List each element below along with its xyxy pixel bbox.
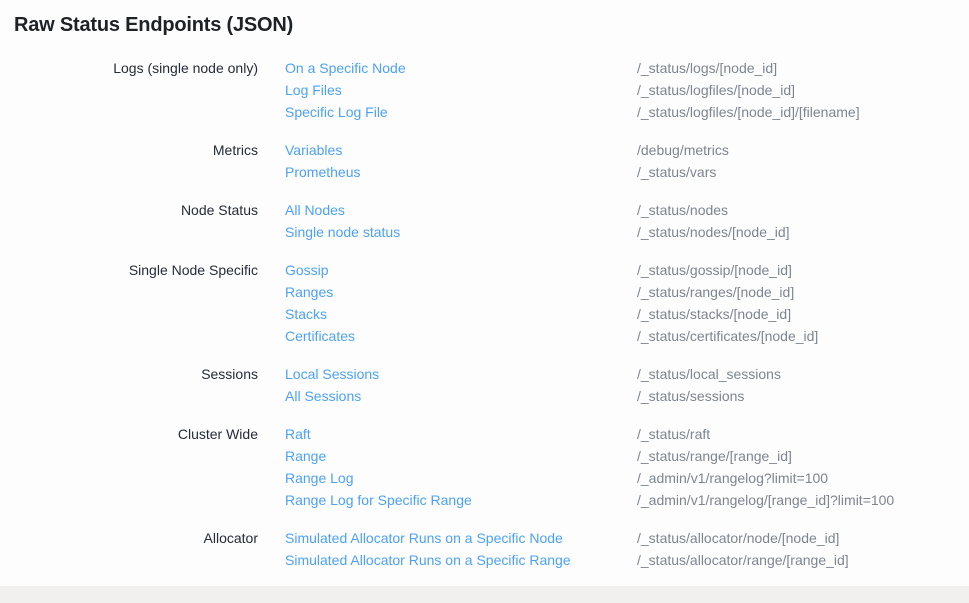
category-label: Node Status xyxy=(0,199,258,243)
endpoint-link[interactable]: Simulated Allocator Runs on a Specific N… xyxy=(285,527,610,549)
endpoint-path: /_status/sessions xyxy=(637,385,969,407)
endpoint-group: Metrics VariablesPrometheus /debug/metri… xyxy=(0,139,969,183)
endpoint-path: /_status/stacks/[node_id] xyxy=(637,303,969,325)
endpoint-link[interactable]: All Sessions xyxy=(285,385,610,407)
endpoint-path: /_status/gossip/[node_id] xyxy=(637,259,969,281)
paths-column: /_status/allocator/node/[node_id]/_statu… xyxy=(637,527,969,571)
endpoint-path: /_status/local_sessions xyxy=(637,363,969,385)
links-column: All NodesSingle node status xyxy=(285,199,610,243)
endpoint-link[interactable]: Stacks xyxy=(285,303,610,325)
endpoint-group: Cluster Wide RaftRangeRange LogRange Log… xyxy=(0,423,969,511)
links-column: Local SessionsAll Sessions xyxy=(285,363,610,407)
category-label: Sessions xyxy=(0,363,258,407)
endpoint-link[interactable]: Ranges xyxy=(285,281,610,303)
endpoint-path: /debug/metrics xyxy=(637,139,969,161)
endpoint-link[interactable]: All Nodes xyxy=(285,199,610,221)
endpoint-path: /_status/allocator/range/[range_id] xyxy=(637,549,969,571)
paths-column: /_status/logs/[node_id]/_status/logfiles… xyxy=(637,57,969,123)
endpoint-link[interactable]: Local Sessions xyxy=(285,363,610,385)
endpoint-link[interactable]: Log Files xyxy=(285,79,610,101)
debug-endpoints-page: Raw Status Endpoints (JSON) Logs (single… xyxy=(0,0,969,603)
endpoint-group: Sessions Local SessionsAll Sessions /_st… xyxy=(0,363,969,407)
endpoint-group: Node Status All NodesSingle node status … xyxy=(0,199,969,243)
category-label: Logs (single node only) xyxy=(0,57,258,123)
endpoint-link[interactable]: Prometheus xyxy=(285,161,610,183)
endpoint-group: Allocator Simulated Allocator Runs on a … xyxy=(0,527,969,571)
links-column: Simulated Allocator Runs on a Specific N… xyxy=(285,527,610,571)
endpoint-path: /_status/nodes/[node_id] xyxy=(637,221,969,243)
endpoint-link[interactable]: Simulated Allocator Runs on a Specific R… xyxy=(285,549,610,571)
endpoint-link[interactable]: On a Specific Node xyxy=(285,57,610,79)
category-label: Single Node Specific xyxy=(0,259,258,347)
paths-column: /_status/gossip/[node_id]/_status/ranges… xyxy=(637,259,969,347)
links-column: GossipRangesStacksCertificates xyxy=(285,259,610,347)
links-column: On a Specific NodeLog FilesSpecific Log … xyxy=(285,57,610,123)
endpoint-path: /_status/allocator/node/[node_id] xyxy=(637,527,969,549)
paths-column: /_status/local_sessions/_status/sessions xyxy=(637,363,969,407)
paths-column: /_status/nodes/_status/nodes/[node_id] xyxy=(637,199,969,243)
footer-strip xyxy=(0,586,969,603)
endpoint-path: /_status/raft xyxy=(637,423,969,445)
endpoint-link[interactable]: Variables xyxy=(285,139,610,161)
links-column: RaftRangeRange LogRange Log for Specific… xyxy=(285,423,610,511)
endpoint-path: /_status/logfiles/[node_id]/[filename] xyxy=(637,101,969,123)
endpoint-link[interactable]: Raft xyxy=(285,423,610,445)
endpoint-path: /_status/logfiles/[node_id] xyxy=(637,79,969,101)
endpoint-path: /_admin/v1/rangelog/[range_id]?limit=100 xyxy=(637,489,969,511)
endpoint-path: /_status/nodes xyxy=(637,199,969,221)
endpoint-link[interactable]: Range Log xyxy=(285,467,610,489)
paths-column: /debug/metrics/_status/vars xyxy=(637,139,969,183)
endpoint-group: Logs (single node only) On a Specific No… xyxy=(0,57,969,123)
endpoint-path: /_status/ranges/[node_id] xyxy=(637,281,969,303)
endpoint-link[interactable]: Range Log for Specific Range xyxy=(285,489,610,511)
endpoint-link[interactable]: Single node status xyxy=(285,221,610,243)
endpoint-link[interactable]: Range xyxy=(285,445,610,467)
links-column: VariablesPrometheus xyxy=(285,139,610,183)
endpoint-group: Single Node Specific GossipRangesStacksC… xyxy=(0,259,969,347)
endpoint-path: /_status/range/[range_id] xyxy=(637,445,969,467)
endpoint-groups: Logs (single node only) On a Specific No… xyxy=(0,57,969,571)
page-title: Raw Status Endpoints (JSON) xyxy=(0,0,969,37)
paths-column: /_status/raft/_status/range/[range_id]/_… xyxy=(637,423,969,511)
endpoint-link[interactable]: Gossip xyxy=(285,259,610,281)
endpoint-link[interactable]: Certificates xyxy=(285,325,610,347)
endpoint-link[interactable]: Specific Log File xyxy=(285,101,610,123)
category-label: Cluster Wide xyxy=(0,423,258,511)
endpoint-path: /_admin/v1/rangelog?limit=100 xyxy=(637,467,969,489)
category-label: Allocator xyxy=(0,527,258,571)
endpoint-path: /_status/vars xyxy=(637,161,969,183)
category-label: Metrics xyxy=(0,139,258,183)
endpoint-path: /_status/logs/[node_id] xyxy=(637,57,969,79)
endpoint-path: /_status/certificates/[node_id] xyxy=(637,325,969,347)
